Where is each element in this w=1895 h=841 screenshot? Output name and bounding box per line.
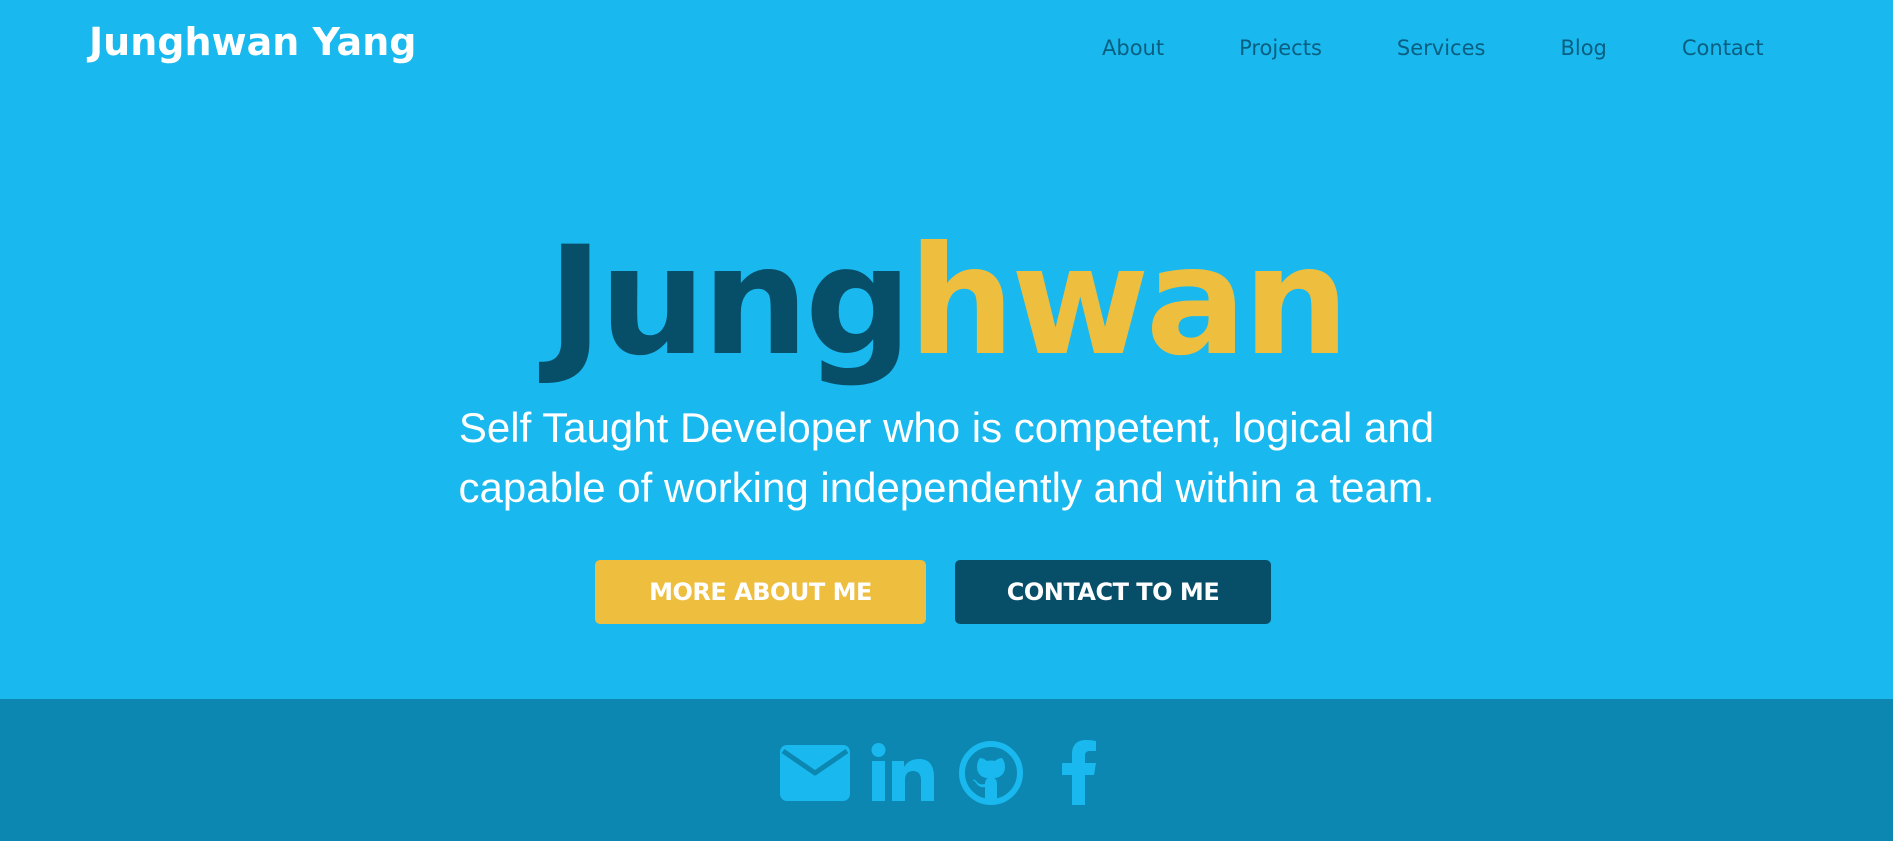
more-about-me-button[interactable]: MORE ABOUT ME [595, 560, 926, 624]
hero-tagline-line-1: Self Taught Developer who is competent, … [458, 404, 1435, 451]
github-icon[interactable] [955, 737, 1027, 809]
nav-link-blog[interactable]: Blog [1560, 36, 1606, 60]
hero-name-first: Jung [547, 215, 912, 389]
brand-logo[interactable]: Junghwan Yang [89, 20, 416, 64]
social-links [0, 737, 1893, 809]
hero-name: Junghwan [0, 220, 1893, 385]
hero-tagline: Self Taught Developer who is competent, … [0, 398, 1893, 518]
nav-link-services[interactable]: Services [1397, 36, 1486, 60]
facebook-icon[interactable] [1043, 737, 1115, 809]
hero-tagline-line-2: capable of working independently and wit… [458, 464, 1435, 511]
contact-to-me-button[interactable]: CONTACT TO ME [955, 560, 1271, 624]
envelope-icon[interactable] [779, 737, 851, 809]
nav-link-projects[interactable]: Projects [1239, 36, 1322, 60]
nav-link-about[interactable]: About [1102, 36, 1164, 60]
hero-name-last: hwan [908, 215, 1349, 389]
top-navigation: About Projects Services Blog Contact [1102, 33, 1764, 63]
nav-link-contact[interactable]: Contact [1682, 36, 1764, 60]
linkedin-icon[interactable] [867, 737, 939, 809]
